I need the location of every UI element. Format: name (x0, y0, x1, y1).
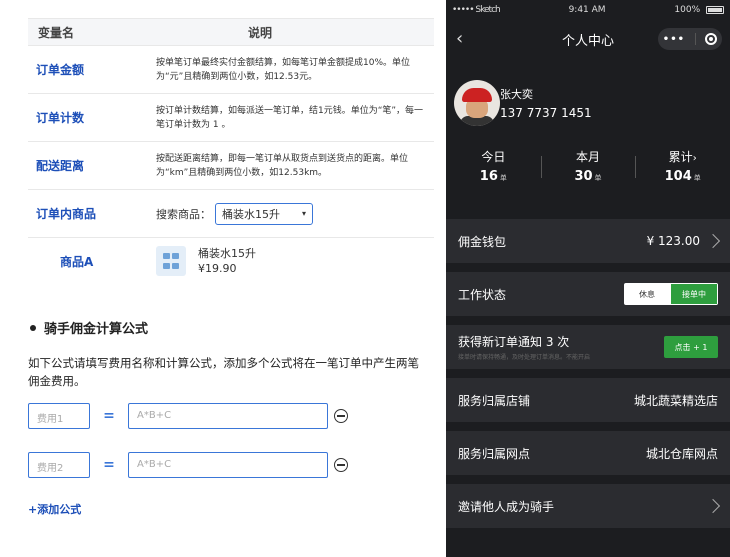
work-status-label: 工作状态 (458, 287, 507, 302)
notify-text: 获得新订单通知 3 次 接单时请保持畅通，及时处理订单消息。不能开启 (458, 333, 590, 361)
table-row-order-products: 订单内商品 搜索商品： 桶装水15升 ▾ (28, 190, 434, 238)
stat-value: 30 单 (574, 169, 602, 184)
store-label: 服务归属店铺 (458, 393, 531, 408)
product-price: ¥19.90 (198, 262, 237, 275)
notify-cell: 获得新订单通知 3 次 接单时请保持畅通，及时处理订单消息。不能开启 点击 + … (446, 325, 730, 369)
variable-description: 按单笔订单最终实付金额结算，如每笔订单金额提成10%。单位为“元”且精确到两位小… (156, 57, 411, 82)
battery-status: 100% (674, 5, 724, 15)
store-cell[interactable]: 服务归属店铺 城北蔬菜精选店 (446, 378, 730, 422)
product-thumbnail-icon (156, 246, 186, 276)
header-variable-name: 变量名 (38, 25, 75, 40)
fee-name-input[interactable]: 费用1 (28, 403, 90, 429)
product-select-value: 桶装水15升 (222, 207, 280, 221)
stat-label: 今日 (481, 150, 506, 164)
page-title: 个人中心 (561, 33, 614, 49)
table-row: 订单计数 按订单计数结算，如每派送一笔订单，结1元钱。单位为“笔”，每一笔订单计… (28, 94, 434, 142)
table-row: 配送距离 按配送距离结算，即每一笔订单从取货点到送货点的距离。单位为“km”且精… (28, 142, 434, 190)
stat-value: 104 单 (664, 169, 701, 184)
outlet-cell[interactable]: 服务归属网点 城北仓库网点 (446, 431, 730, 475)
remove-circle-icon[interactable] (334, 409, 348, 423)
status-time: 9:41 AM (568, 5, 606, 15)
stat-value: 16 单 (479, 169, 507, 184)
dropdown-arrow-icon: ▾ (301, 209, 306, 218)
formula-description: 如下公式请填写费用名称和计算公式，添加多个公式将在一笔订单中产生两笔佣金费用。 (28, 356, 419, 388)
fee-name-input[interactable]: 费用2 (28, 452, 90, 478)
work-status-toggle[interactable]: 休息 接单中 (624, 283, 718, 305)
variable-delivery-distance[interactable]: 配送距离 (28, 157, 156, 174)
table-row: 订单金额 按单笔订单最终实付金额结算，如每笔订单金额提成10%。单位为“元”且精… (28, 46, 434, 94)
header-description: 说明 (247, 25, 272, 40)
toggle-rest[interactable]: 休息 (624, 283, 670, 305)
capsule-divider (694, 33, 696, 45)
back-chevron-icon[interactable]: ‹ (456, 28, 463, 49)
bullet-icon (30, 324, 36, 331)
battery-icon (706, 5, 724, 14)
toggle-accepting[interactable]: 接单中 (670, 283, 718, 305)
variable-product-a[interactable]: 商品A (28, 253, 156, 270)
search-product-label: 搜索商品： (156, 207, 211, 221)
variable-order-products[interactable]: 订单内商品 (28, 205, 156, 222)
phone-mockup: ••••• Sketch 9:41 AM 100% ‹ 个人中心 ••• 张大奕… (446, 0, 730, 557)
battery-percent: 100% (674, 5, 701, 15)
table-row-product: 商品A 桶装水15升 ¥19.90 (28, 238, 434, 284)
carrier-signal: ••••• Sketch (452, 5, 501, 15)
invite-cell[interactable]: 邀请他人成为骑手 (446, 484, 730, 528)
work-status-cell: 工作状态 休息 接单中 (446, 272, 730, 316)
remove-circle-icon[interactable] (334, 458, 348, 472)
notify-subtext: 接单时请保持畅通，及时处理订单消息。不能开启 (458, 354, 591, 361)
add-formula-link[interactable]: +添加公式 (28, 501, 81, 517)
outlet-value: 城北仓库网点 (645, 446, 718, 461)
variable-description: 按配送距离结算，即每一笔订单从取货点到送货点的距离。单位为“km”且精确到两位小… (156, 153, 409, 178)
outlet-label: 服务归属网点 (458, 446, 531, 461)
formula-row: 费用1 = A*B+C (28, 403, 348, 429)
formula-section-title: 骑手佣金计算公式 (30, 318, 148, 337)
variable-order-amount[interactable]: 订单金额 (28, 61, 156, 78)
formula-row: 费用2 = A*B+C (28, 452, 348, 478)
equals-sign: = (103, 408, 115, 424)
nav-bar: ‹ 个人中心 ••• (446, 20, 730, 58)
avatar[interactable] (454, 80, 500, 126)
formula-config-panel: 变量名 说明 订单金额 按单笔订单最终实付金额结算，如每笔订单金额提成10%。单… (0, 0, 440, 557)
miniapp-capsule: ••• (658, 28, 722, 50)
table-header: 变量名 说明 (28, 19, 434, 46)
notify-plus-button[interactable]: 点击 + 1 (664, 336, 718, 358)
store-value: 城北蔬菜精选店 (633, 393, 718, 408)
wallet-label: 佣金钱包 (458, 234, 507, 249)
wallet-cell[interactable]: 佣金钱包 ¥ 123.00 (446, 219, 730, 263)
stat-label: 累计› (668, 150, 697, 164)
stat-month[interactable]: 本月 30 单 (540, 148, 636, 188)
variable-order-count[interactable]: 订单计数 (28, 109, 156, 126)
product-info: 桶装水15升 ¥19.90 (198, 246, 256, 276)
chevron-right-icon (705, 498, 721, 514)
chevron-right-icon (705, 233, 721, 249)
stat-label: 本月 (576, 150, 601, 164)
product-select[interactable]: 桶装水15升 ▾ (215, 202, 313, 225)
product-title: 桶装水15升 (198, 247, 256, 260)
more-icon[interactable]: ••• (663, 34, 685, 45)
formula-expression-input[interactable]: A*B+C (128, 403, 328, 429)
notify-label: 获得新订单通知 3 次 (458, 335, 570, 349)
close-target-icon[interactable] (705, 33, 718, 45)
chevron-right-icon: › (692, 153, 697, 164)
formula-title-text: 骑手佣金计算公式 (44, 322, 149, 337)
stat-total[interactable]: 累计› 104 单 (635, 148, 730, 188)
user-name: 张大奕 (500, 88, 533, 101)
user-phone: 137 7737 1451 (500, 106, 592, 120)
status-bar: ••••• Sketch 9:41 AM 100% (446, 0, 730, 20)
profile-section: 张大奕 137 7737 1451 今日 16 单 本月 30 单 累计› 104 单 (446, 58, 730, 208)
order-stats: 今日 16 单 本月 30 单 累计› 104 单 (446, 148, 730, 188)
variables-table: 变量名 说明 订单金额 按单笔订单最终实付金额结算，如每笔订单金额提成10%。单… (28, 18, 434, 284)
equals-sign: = (103, 457, 115, 473)
invite-label: 邀请他人成为骑手 (458, 499, 555, 514)
variable-description: 按订单计数结算，如每派送一笔订单，结1元钱。单位为“笔”，每一笔订单计数为 1 … (156, 105, 424, 130)
stat-today[interactable]: 今日 16 单 (446, 148, 541, 188)
wallet-value: ¥ 123.00 (647, 233, 721, 249)
formula-expression-input[interactable]: A*B+C (128, 452, 328, 478)
